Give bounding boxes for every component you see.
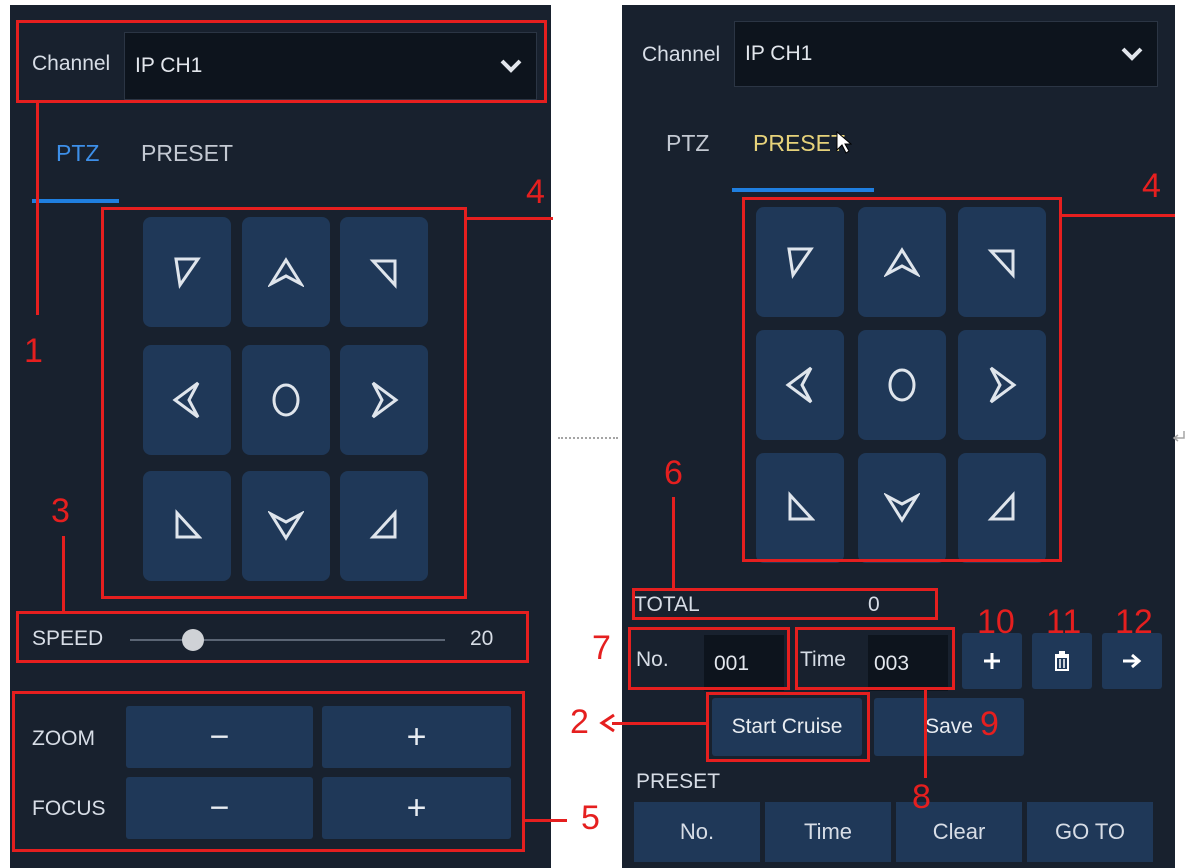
callout-5: 5 (581, 799, 600, 837)
arrow-right-icon (1123, 653, 1142, 669)
callout-12: 12 (1115, 603, 1153, 641)
leader-arrowhead-2 (599, 713, 615, 733)
delete-preset-button[interactable] (1032, 633, 1092, 689)
callout-11: 11 (1046, 603, 1082, 641)
callout-box-zoom-focus (12, 691, 525, 852)
column-header-go-to: GO TO (1027, 802, 1153, 862)
tab-leader-dots (558, 437, 618, 439)
leader-line-3 (62, 536, 65, 611)
callout-box-pad-right (742, 197, 1062, 562)
leader-line-4-right (1060, 214, 1175, 217)
callout-box-total (632, 588, 938, 620)
channel-value: IP CH1 (745, 42, 813, 65)
tab-active-indicator (732, 188, 874, 192)
callout-box-start-cruise (706, 692, 870, 762)
column-header-no: No. (634, 802, 760, 862)
callout-1: 1 (24, 332, 43, 370)
callout-4-right: 4 (1142, 167, 1161, 205)
tab-preset[interactable]: PRESET (141, 140, 233, 167)
leader-line-8 (924, 690, 927, 778)
tab-ptz[interactable]: PTZ (666, 130, 709, 157)
plus-icon (984, 653, 1000, 669)
callout-8: 8 (912, 778, 931, 816)
go-to-preset-button[interactable] (1102, 633, 1162, 689)
leader-line-1 (36, 100, 39, 315)
channel-label: Channel (642, 43, 721, 66)
tab-ptz[interactable]: PTZ (56, 140, 99, 167)
callout-box-channel (16, 20, 547, 103)
mouse-cursor-icon (836, 131, 852, 154)
leader-line-4-left (466, 217, 553, 220)
callout-9: 9 (980, 705, 999, 743)
callout-box-pad-left (101, 207, 467, 599)
callout-box-speed (16, 611, 529, 663)
chevron-down-icon (1121, 47, 1143, 61)
callout-4-left: 4 (526, 173, 545, 211)
leader-line-5 (525, 819, 567, 822)
tab-preset[interactable]: PRESET (753, 130, 845, 157)
preset-list-heading: PRESET (636, 770, 721, 793)
callout-7: 7 (592, 629, 611, 667)
leader-line-2 (612, 722, 706, 725)
column-header-time: Time (765, 802, 891, 862)
tab-active-indicator (32, 199, 119, 203)
leader-line-6 (672, 497, 675, 589)
add-preset-button[interactable] (962, 633, 1022, 689)
callout-box-time (795, 627, 955, 690)
callout-10: 10 (977, 603, 1015, 641)
trash-icon (1055, 651, 1069, 671)
callout-3: 3 (51, 492, 70, 530)
callout-6: 6 (664, 454, 683, 492)
channel-select[interactable]: IP CH1 (734, 21, 1158, 87)
save-button[interactable]: Save (874, 698, 1024, 756)
callout-box-number (628, 627, 790, 690)
paragraph-return-icon (1172, 431, 1185, 442)
callout-2: 2 (570, 703, 589, 741)
